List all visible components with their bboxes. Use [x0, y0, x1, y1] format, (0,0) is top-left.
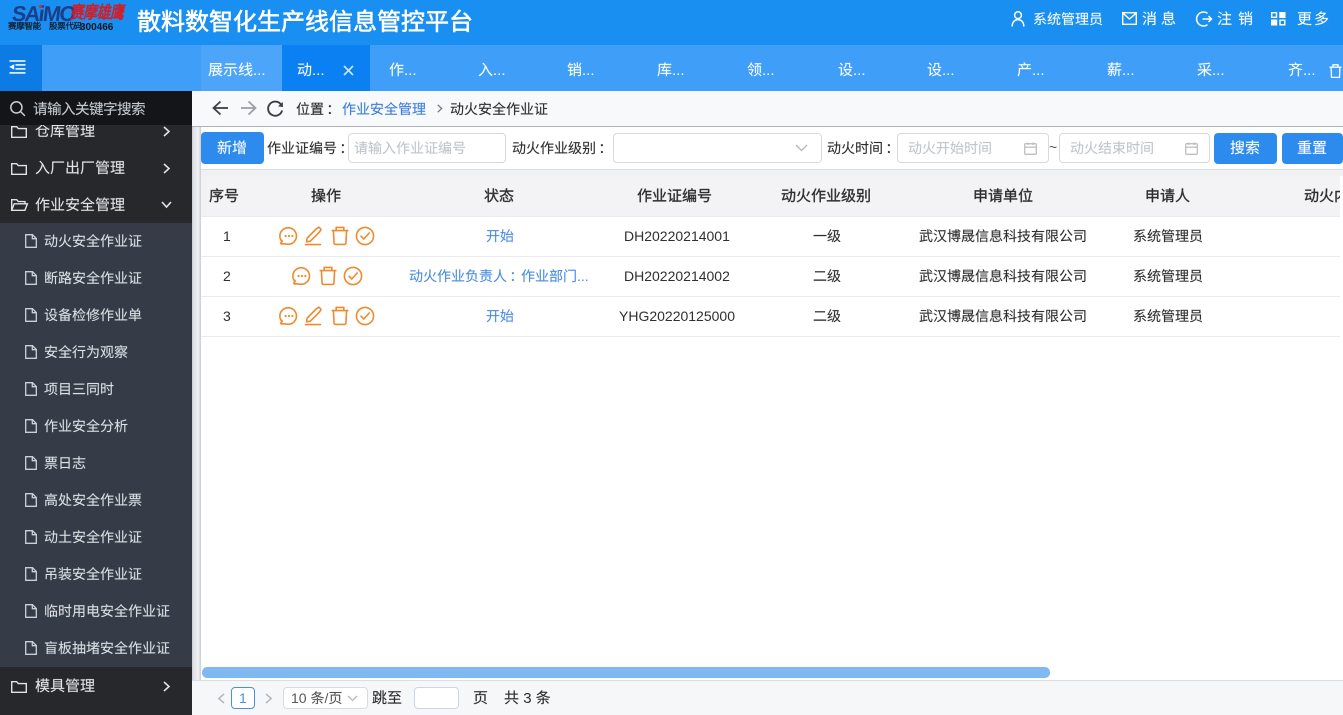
svg-text:...: ...: [253, 62, 266, 79]
svg-text:...: ...: [582, 62, 595, 79]
svg-text:1: 1: [223, 228, 231, 244]
svg-text:...: ...: [577, 268, 589, 284]
svg-text:...: ...: [404, 62, 417, 79]
svg-text:DH20220214002: DH20220214002: [624, 268, 730, 284]
svg-text:2: 2: [223, 268, 231, 284]
svg-text:...: ...: [1032, 62, 1045, 79]
svg-text:YHG20220125000: YHG20220125000: [619, 308, 735, 324]
svg-text:3: 3: [523, 690, 531, 707]
svg-text:/: /: [325, 690, 329, 706]
svg-text:...: ...: [493, 62, 506, 79]
svg-text:...: ...: [1212, 62, 1225, 79]
svg-text:1: 1: [239, 690, 247, 706]
svg-text:...: ...: [672, 62, 685, 79]
svg-text:...: ...: [942, 62, 955, 79]
svg-text:~: ~: [1049, 139, 1057, 155]
svg-text:...: ...: [762, 62, 775, 79]
svg-text:...: ...: [1303, 62, 1316, 79]
svg-text:10: 10: [291, 690, 307, 706]
svg-text:...: ...: [1122, 62, 1135, 79]
svg-text:...: ...: [312, 62, 325, 79]
svg-text:DH20220214001: DH20220214001: [624, 228, 730, 244]
svg-text:300466: 300466: [80, 22, 114, 33]
svg-text:3: 3: [223, 308, 231, 324]
svg-text:...: ...: [853, 62, 866, 79]
